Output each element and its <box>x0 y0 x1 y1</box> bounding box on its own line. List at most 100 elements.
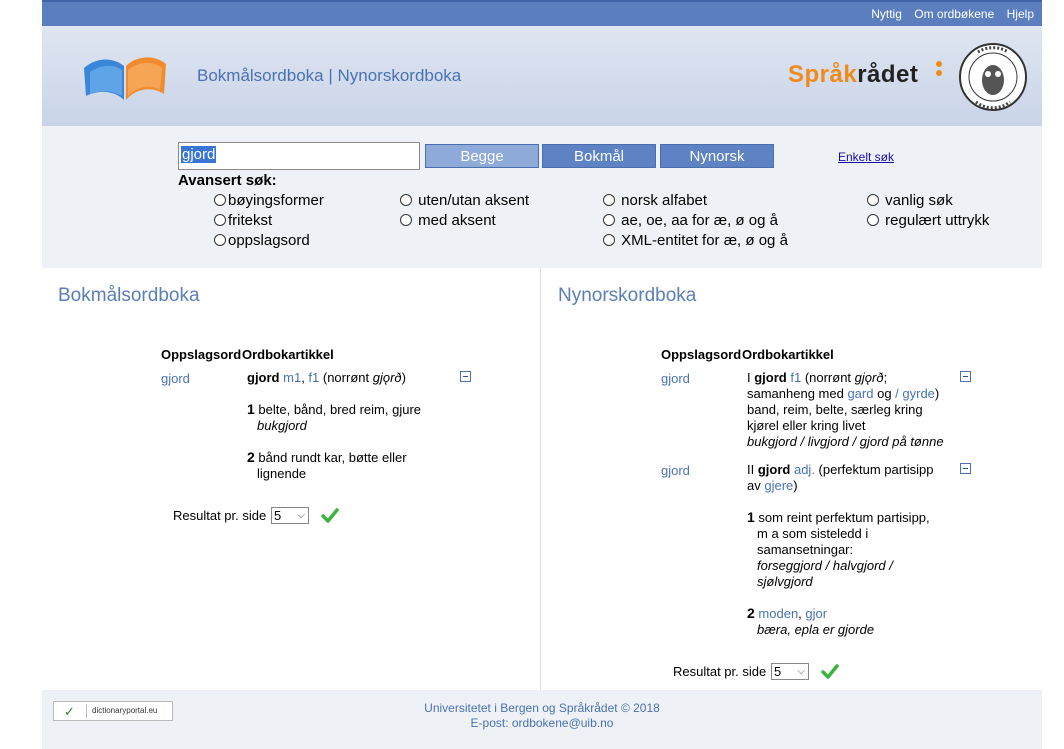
nav-hjelp-link[interactable]: Hjelp <box>1007 7 1034 21</box>
dictionaryportal-badge[interactable]: ✓ dictionaryportal.eu <box>53 701 173 721</box>
gard-link[interactable]: gard <box>847 386 873 401</box>
badge-text: dictionaryportal.eu <box>92 706 158 715</box>
etym-word: gjǫrð <box>372 370 402 385</box>
nynorsk-col-article-header: Ordbokartikkel <box>742 347 834 362</box>
bokmal-article: gjord m1, f1 (norrønt gjǫrð) 1 belte, bå… <box>247 370 467 482</box>
search-area: gjord Begge Bokmål Nynorsk Enkelt søk Av… <box>42 126 1042 268</box>
etym-close: ) <box>401 370 406 385</box>
radio-icon[interactable] <box>214 194 226 206</box>
gram-f1-link[interactable]: f1 <box>308 370 319 385</box>
footer-email-link[interactable]: E-post: ordbokene@uib.no <box>342 716 742 731</box>
nynorsk-column: Nynorskordboka Oppslagsord Ordbokartikke… <box>542 268 1042 690</box>
radio-icon[interactable] <box>400 194 412 206</box>
option-fritekst[interactable]: fritekst <box>214 212 272 229</box>
page: Nyttig Om ordbøkene Hjelp Bokmålsordboka… <box>42 0 1042 749</box>
book-logo-icon[interactable] <box>80 50 170 104</box>
gyrde-link[interactable]: / gyrde <box>895 386 935 401</box>
headword: gjord <box>754 370 787 385</box>
option-uten-aksent[interactable]: uten/utan aksent <box>400 192 529 209</box>
desc-close: ) <box>793 478 798 493</box>
radio-icon[interactable] <box>214 214 226 226</box>
sprakradet-logo[interactable]: Språkrådet <box>788 61 918 89</box>
option-xml-entitet[interactable]: XML-entitet for æ, ø og å <box>603 232 788 249</box>
brand-dots-icon <box>936 61 942 76</box>
option-label: bøyingsformer <box>228 192 324 209</box>
search-bokmal-button[interactable]: Bokmål <box>542 144 656 168</box>
radio-icon[interactable] <box>867 194 879 206</box>
moden-link[interactable]: moden <box>758 606 798 621</box>
results-per-page-select[interactable]: 5 ⌵ <box>771 663 809 680</box>
radio-icon[interactable] <box>603 194 615 206</box>
site-title[interactable]: Bokmålsordboka | Nynorskordboka <box>197 66 461 86</box>
definition-text: band, reim, belte, særleg kring <box>747 402 923 417</box>
chevron-down-icon: ⌵ <box>797 666 805 677</box>
checkmark-submit-icon[interactable] <box>321 507 339 525</box>
sense-example: forseggjord / halvgjord / <box>757 558 893 573</box>
nynorsk-col-lemma-header: Oppslagsord <box>661 347 742 362</box>
gjere-link[interactable]: gjere <box>764 478 793 493</box>
option-boyingsformer[interactable]: bøyingsformer <box>214 192 324 209</box>
gram-adj-link[interactable]: adj. <box>794 462 815 477</box>
bokmal-lemma-link[interactable]: gjord <box>161 371 190 386</box>
sense-example: bukgjord <box>257 418 307 433</box>
simple-search-link[interactable]: Enkelt søk <box>838 150 894 164</box>
gram-m1-link[interactable]: m1 <box>283 370 301 385</box>
option-label: oppslagsord <box>228 232 310 249</box>
etym: (norrønt <box>801 370 855 385</box>
footer-text: Universitetet i Bergen og Språkrådet © 2… <box>342 701 742 731</box>
divider <box>86 704 87 718</box>
sense-number: 1 <box>247 401 255 417</box>
roman-numeral: II <box>747 462 758 477</box>
uib-seal-icon[interactable] <box>958 42 1028 112</box>
radio-icon[interactable] <box>603 234 615 246</box>
sense-example: bæra, epla er gjorde <box>757 622 875 637</box>
gjor-link[interactable]: gjor <box>805 606 827 621</box>
option-label: regulært uttrykk <box>885 212 990 229</box>
results-per-page-label: Resultat pr. side <box>173 508 267 523</box>
bokmal-col-article-header: Ordbokartikkel <box>242 347 334 362</box>
etym-close: ) <box>934 386 940 401</box>
checkmark-submit-icon[interactable] <box>821 663 839 681</box>
nynorsk-lemma-link-2[interactable]: gjord <box>661 463 690 478</box>
sense-text: samansetningar: <box>757 542 854 557</box>
option-vanlig-sok[interactable]: vanlig søk <box>867 192 953 209</box>
collapse-minus-icon[interactable] <box>460 371 471 382</box>
headword: gjord <box>757 462 791 477</box>
nav-om-ordbokene-link[interactable]: Om ordbøkene <box>914 7 994 21</box>
footer: ✓ dictionaryportal.eu Universitetet i Be… <box>42 690 1042 749</box>
radio-icon[interactable] <box>400 214 412 226</box>
select-value: 5 <box>774 664 782 679</box>
radio-icon[interactable] <box>867 214 879 226</box>
sense-text: som reint perfektum partisipp, <box>754 510 930 525</box>
collapse-minus-icon[interactable] <box>960 463 971 474</box>
select-value: 5 <box>274 508 282 523</box>
option-label: uten/utan aksent <box>418 192 530 209</box>
results-per-page-select[interactable]: 5 ⌵ <box>271 507 309 524</box>
option-oppslagsord[interactable]: oppslagsord <box>214 232 310 249</box>
gram-f1-link[interactable]: f1 <box>790 370 801 385</box>
nav-nyttig-link[interactable]: Nyttig <box>871 7 902 21</box>
sense-number: 1 <box>747 509 755 525</box>
radio-icon[interactable] <box>214 234 226 246</box>
bokmal-col-lemma-header: Oppslagsord <box>161 347 242 362</box>
option-med-aksent[interactable]: med aksent <box>400 212 496 229</box>
collapse-minus-icon[interactable] <box>960 371 971 382</box>
option-ae-oe-aa[interactable]: ae, oe, aa for æ, ø og å <box>603 212 778 229</box>
etym-word: gjǫrð <box>854 370 884 385</box>
chevron-down-icon: ⌵ <box>297 510 305 521</box>
option-norsk-alfabet[interactable]: norsk alfabet <box>603 192 707 209</box>
headword: gjord <box>247 370 280 385</box>
search-input[interactable]: gjord <box>178 142 420 170</box>
option-regulaert[interactable]: regulært uttrykk <box>867 212 989 229</box>
advanced-search-title: Avansert søk: <box>178 172 277 189</box>
bokmal-title: Bokmålsordboka <box>58 285 200 306</box>
sense-number: 2 <box>247 449 255 465</box>
etym-text: og <box>873 386 896 401</box>
search-both-button[interactable]: Begge <box>425 144 539 168</box>
nynorsk-lemma-link-1[interactable]: gjord <box>661 371 690 386</box>
bokmal-column: Bokmålsordboka Oppslagsord Ordbokartikke… <box>42 268 541 690</box>
radio-icon[interactable] <box>603 214 615 226</box>
search-nynorsk-button[interactable]: Nynorsk <box>660 144 774 168</box>
definition-text: kjørel eller kring livet <box>747 418 866 433</box>
brand-part2: rådet <box>857 61 919 88</box>
